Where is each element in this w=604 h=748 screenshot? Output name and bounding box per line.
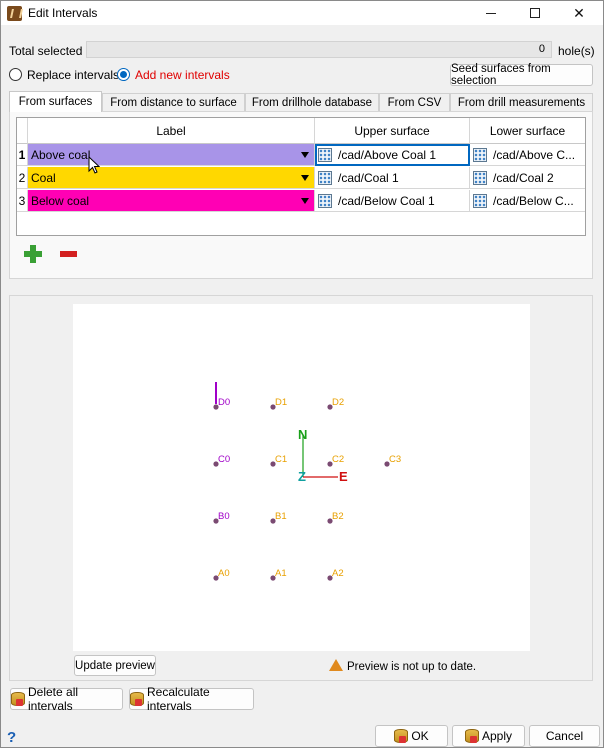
window-title: Edit Intervals [28, 6, 98, 20]
upper-surface-cell[interactable]: /cad/Coal 1 [315, 167, 470, 189]
delete-all-intervals-button[interactable]: Delete all intervals [10, 685, 123, 713]
drillhole-label: A1 [275, 568, 287, 579]
dropdown-arrow-icon[interactable] [301, 198, 309, 204]
preview-canvas[interactable]: D0 D1 D2 C0 C1 C2 C3 B0 B1 B2 A0 A1 A2 N E Z [73, 304, 530, 651]
lower-surface-cell[interactable]: /cad/Above C... [470, 144, 585, 166]
title-bar: Edit Intervals ✕ [1, 1, 603, 25]
delete-all-intervals-label: Delete all intervals [28, 685, 79, 713]
minimize-icon [486, 12, 496, 14]
replace-intervals-label[interactable]: Replace intervals [27, 68, 119, 82]
tab-from-surfaces[interactable]: From surfaces [9, 91, 102, 112]
interval-label-dropdown[interactable]: Coal [28, 167, 315, 189]
ok-label: OK [411, 729, 429, 743]
close-button[interactable]: ✕ [557, 1, 601, 25]
warning-icon [329, 659, 343, 671]
surface-icon [318, 170, 332, 185]
drillhole-label: A2 [332, 568, 344, 579]
drillhole-label: D2 [332, 397, 344, 408]
row-number[interactable]: 3 [17, 190, 28, 212]
dropdown-arrow-icon[interactable] [301, 175, 309, 181]
database-apply-icon [464, 729, 479, 743]
add-new-intervals-label[interactable]: Add new intervals [135, 68, 230, 82]
drillhole-label: D0 [218, 397, 230, 408]
axis-n-label: N [298, 427, 307, 442]
minimize-button[interactable] [469, 1, 513, 25]
database-refresh-icon [130, 692, 144, 706]
seed-surfaces-button[interactable]: Seed surfaces from selection [450, 63, 593, 87]
drillhole-label: D1 [275, 397, 287, 408]
maximize-icon [530, 8, 540, 18]
database-delete-icon [11, 692, 25, 706]
total-selected-bar: 0 [86, 41, 552, 58]
update-preview-button[interactable]: Update preview [74, 655, 156, 676]
apply-label: Apply [481, 729, 513, 743]
tab-from-drill-measurements[interactable]: From drill measurements [450, 93, 593, 111]
dropdown-arrow-icon[interactable] [301, 152, 309, 158]
upper-surface-path: /cad/Above Coal 1 [338, 147, 437, 162]
row-number[interactable]: 1 [17, 144, 28, 166]
help-icon[interactable]: ? [7, 729, 16, 746]
surface-icon [473, 147, 487, 162]
cancel-button[interactable]: Cancel [529, 725, 600, 747]
drillhole-label: B0 [218, 511, 230, 522]
drillhole-label: B1 [275, 511, 287, 522]
drillhole-label: C0 [218, 454, 230, 465]
drillhole-label: C1 [275, 454, 287, 465]
lower-surface-cell[interactable]: /cad/Below C... [470, 190, 585, 212]
surface-icon [473, 193, 487, 208]
grid-corner [17, 118, 28, 144]
tab-from-csv[interactable]: From CSV [379, 93, 450, 111]
column-header-label[interactable]: Label [28, 118, 315, 144]
drillhole-label: C2 [332, 454, 344, 465]
add-interval-icon[interactable] [24, 245, 42, 263]
remove-interval-icon[interactable] [60, 251, 77, 257]
apply-button[interactable]: Apply [452, 725, 525, 747]
interval-label-text: Coal [31, 170, 56, 185]
intervals-grid: Label Upper surface Lower surface 1 Abov… [16, 117, 586, 236]
surface-icon [318, 147, 332, 162]
total-selected-count: 0 [538, 43, 545, 55]
recalculate-intervals-button[interactable]: Recalculate intervals [129, 685, 254, 713]
total-selected-label: Total selected [9, 44, 83, 58]
interval-label-text: Above coal [31, 147, 91, 162]
surface-icon [473, 170, 487, 185]
row-number[interactable]: 2 [17, 167, 28, 189]
tab-from-distance-to-surface[interactable]: From distance to surface [102, 93, 245, 111]
source-tabs: From surfaces From distance to surface F… [9, 91, 593, 112]
close-icon: ✕ [573, 4, 585, 21]
drillhole-label: B2 [332, 511, 344, 522]
lower-surface-path: /cad/Below C... [493, 193, 574, 208]
maximize-button[interactable] [513, 1, 557, 25]
database-ok-icon [394, 729, 409, 743]
interval-label-dropdown[interactable]: Below coal [28, 190, 315, 212]
holes-unit-label: hole(s) [558, 44, 595, 58]
preview-status-text: Preview is not up to date. [347, 661, 477, 673]
interval-label-dropdown[interactable]: Above coal [28, 144, 315, 166]
upper-surface-path: /cad/Below Coal 1 [338, 193, 435, 208]
upper-surface-cell[interactable]: /cad/Above Coal 1 [315, 144, 470, 166]
replace-intervals-radio[interactable] [9, 68, 22, 81]
upper-surface-path: /cad/Coal 1 [338, 170, 399, 185]
ok-button[interactable]: OK [375, 725, 448, 747]
interval-label-text: Below coal [31, 193, 90, 208]
column-header-upper-surface[interactable]: Upper surface [315, 118, 470, 144]
axis-e-label: E [339, 469, 348, 484]
lower-surface-path: /cad/Coal 2 [493, 170, 554, 185]
edit-intervals-window: Edit Intervals ✕ Total selected 0 hole(s… [0, 0, 604, 748]
lower-surface-path: /cad/Above C... [493, 147, 576, 162]
column-header-lower-surface[interactable]: Lower surface [470, 118, 585, 144]
app-logo-icon [7, 6, 22, 21]
add-new-intervals-radio[interactable] [117, 68, 130, 81]
axis-z-label: Z [298, 469, 306, 484]
preview-plot: D0 D1 D2 C0 C1 C2 C3 B0 B1 B2 A0 A1 A2 N E Z [213, 382, 401, 581]
mouse-cursor-icon [88, 156, 100, 174]
lower-surface-cell[interactable]: /cad/Coal 2 [470, 167, 585, 189]
drillhole-label: A0 [218, 568, 230, 579]
drillhole-label: C3 [389, 454, 401, 465]
surface-icon [318, 193, 332, 208]
tab-from-drillhole-database[interactable]: From drillhole database [245, 93, 379, 111]
upper-surface-cell[interactable]: /cad/Below Coal 1 [315, 190, 470, 212]
recalculate-intervals-label: Recalculate intervals [147, 685, 210, 713]
